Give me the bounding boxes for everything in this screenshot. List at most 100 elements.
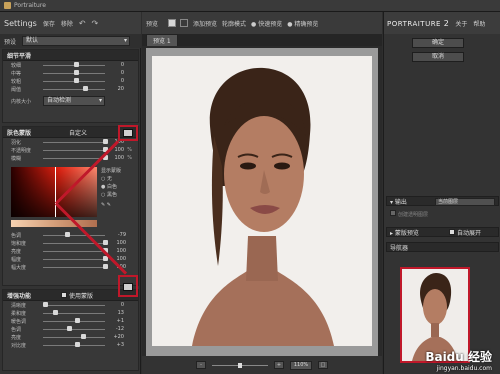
slider-row: 色调 -12 [3, 325, 138, 333]
slider-knob[interactable] [67, 326, 72, 331]
use-mask-checkbox[interactable]: 使用蒙版 [61, 291, 93, 300]
slider-track[interactable] [43, 329, 105, 330]
slider-track[interactable] [43, 142, 105, 143]
slider-knob[interactable] [53, 310, 58, 315]
eyedropper-icon[interactable]: ✎ [101, 202, 105, 208]
slider-knob[interactable] [81, 334, 86, 339]
redo-icon[interactable]: ↷ [92, 19, 99, 28]
undo-icon[interactable]: ↶ [79, 19, 86, 28]
slider-row: 较细 0 [3, 61, 138, 69]
zoom-out-button[interactable]: - [196, 361, 206, 369]
mask-option-black[interactable]: ○ 黑色 [101, 191, 121, 199]
skin-mask-title-text: 肤色蒙版 [7, 129, 32, 137]
navigator-header: 导航器 [386, 242, 499, 252]
preview-label: 预览 [146, 20, 159, 28]
slider-track[interactable] [43, 345, 105, 346]
tab-preview-1[interactable]: 预览 1 [146, 34, 178, 46]
zoom-value[interactable]: 110% [290, 360, 312, 370]
slider-row: 不透明度 100% [3, 146, 138, 154]
slider-track[interactable] [43, 150, 105, 151]
slider-knob[interactable] [103, 240, 108, 245]
preview-canvas[interactable] [146, 48, 378, 356]
checkbox-icon [449, 228, 455, 235]
split-view-icon[interactable] [180, 19, 189, 27]
watermark: Baidu 经验 jingyan.baidu.com [425, 348, 492, 372]
slider-knob[interactable] [75, 318, 80, 323]
slider-knob[interactable] [65, 232, 70, 237]
settings-title: Settings [4, 18, 37, 28]
about-button[interactable]: 关于 [455, 19, 467, 28]
mask-preview-toggle[interactable]: ▸ 蒙版预览 [390, 228, 419, 237]
eyedropper-plus-icon[interactable]: ✎ [107, 202, 111, 208]
mask-option-label: 白色 [106, 184, 117, 190]
slider-track[interactable] [43, 267, 105, 268]
output-select[interactable]: 当前图层 [435, 198, 495, 206]
navigator-label: 导航器 [390, 244, 409, 252]
enhance-settings-button[interactable] [123, 283, 133, 291]
slider-track[interactable] [43, 158, 105, 159]
mask-option-none[interactable]: ○ 无 [101, 175, 121, 183]
slider-row: 阈值 20 [3, 85, 138, 93]
zoom-in-button[interactable]: + [274, 361, 284, 369]
slider-row: 清晰度 0 [3, 301, 138, 309]
slider-knob[interactable] [74, 70, 79, 75]
fast-preview-label: 快速预览 [258, 20, 283, 28]
kernel-size-label: 内核大小 [11, 98, 32, 105]
save-button[interactable]: 保存 [43, 19, 55, 28]
detail-smoothing-title[interactable]: 细节平滑 [3, 50, 138, 61]
delete-button[interactable]: 移除 [61, 19, 73, 28]
slider-knob[interactable] [83, 86, 88, 91]
eyedropper-tools: ✎ ✎ [101, 201, 121, 209]
slider-track[interactable] [43, 321, 105, 322]
zoom-knob[interactable] [238, 362, 242, 368]
fit-view-button[interactable]: □ [318, 361, 328, 369]
slider-track[interactable] [43, 89, 105, 90]
mask-option-label: 黑色 [106, 192, 117, 198]
slider-knob[interactable] [103, 139, 108, 144]
precise-preview-radio[interactable]: ● 精确预览 [287, 19, 318, 28]
kernel-size-select[interactable]: 自动检测 ▾ [43, 96, 105, 106]
slider-value: +20 [113, 334, 124, 340]
slider-row: 较粗 0 [3, 77, 138, 85]
zoom-slider[interactable] [212, 362, 268, 368]
slider-track[interactable] [43, 235, 105, 236]
slider-track[interactable] [43, 259, 105, 260]
preset-select[interactable]: 默认 ▾ [22, 36, 131, 46]
slider-track[interactable] [43, 305, 105, 306]
annotation-box-top [118, 125, 138, 141]
slider-label: 色调 [11, 232, 22, 239]
ok-button[interactable]: 确定 [412, 38, 464, 48]
slider-row: 中等 0 [3, 69, 138, 77]
mask-option-white[interactable]: ● 白色 [101, 183, 121, 191]
slider-knob[interactable] [74, 62, 79, 67]
slider-value: 0 [120, 302, 124, 308]
slider-row: 饱和度 100 [3, 239, 140, 247]
new-layer-checkbox[interactable]: 创建透明图层 [390, 210, 428, 218]
slider-label: 幅大度 [11, 264, 27, 271]
help-button[interactable]: 帮助 [473, 19, 485, 28]
contour-mode-button[interactable]: 轮廓模式 [222, 19, 246, 28]
watermark-line1: Baidu 经验 [425, 350, 492, 364]
brand-header: PORTRAITURE 2 关于 帮助 [384, 12, 500, 34]
preset-value: 默认 [26, 37, 39, 44]
slider-value: -79 [117, 232, 126, 238]
slider-knob[interactable] [103, 264, 108, 269]
slider-knob[interactable] [43, 302, 48, 307]
slider-track[interactable] [43, 337, 105, 338]
add-preview-button[interactable]: 添加预览 [193, 19, 217, 28]
slider-label: 中等 [11, 70, 22, 77]
slider-knob[interactable] [75, 342, 80, 347]
mask-settings-button[interactable] [123, 129, 133, 137]
slider-value: 0 [120, 70, 124, 76]
auto-open-checkbox[interactable]: 自动展开 [449, 228, 481, 237]
skin-tone-strip[interactable] [11, 220, 97, 227]
single-view-icon[interactable] [168, 19, 177, 27]
brand-name: PORTRAITURE [387, 19, 441, 28]
slider-knob[interactable] [74, 78, 79, 83]
cancel-button[interactable]: 取消 [412, 52, 464, 62]
slider-row: 暖色调 +1 [3, 317, 138, 325]
slider-value: +1 [116, 318, 124, 324]
fast-preview-radio[interactable]: ● 快速预览 [251, 19, 282, 28]
slider-track[interactable] [43, 251, 105, 252]
checkbox-icon [61, 291, 68, 298]
